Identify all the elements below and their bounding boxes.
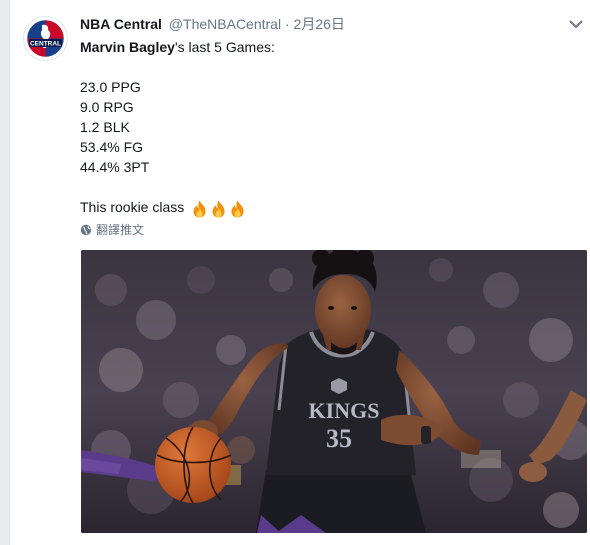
timeline-left-border <box>0 0 10 545</box>
tweet-menu-button[interactable] <box>566 14 586 34</box>
stat-line-3pt: 44.4% 3PT <box>80 159 150 175</box>
nba-central-logo-icon: CENTRAL <box>24 17 67 60</box>
globe-icon <box>80 224 92 235</box>
tweet-header: NBA Central @TheNBACentral · 2月26日 <box>80 14 345 34</box>
closing-text: This rookie class <box>80 199 185 215</box>
translate-label: 翻譯推文 <box>96 223 145 237</box>
avatar[interactable]: CENTRAL <box>24 17 67 60</box>
translate-tweet-link[interactable]: 翻譯推文 <box>80 221 144 238</box>
user-handle[interactable]: @TheNBACentral <box>169 16 281 32</box>
tweet-photo[interactable]: KINGS 35 <box>81 250 587 533</box>
stat-line-ppg: 23.0 PPG <box>80 79 141 95</box>
fire-emoji-icon <box>231 200 244 218</box>
fire-emoji-icon <box>193 200 206 218</box>
closing-line: This rookie class <box>80 197 570 220</box>
tweet-text: Marvin Bagley's last 5 Games: 23.0 PPG 9… <box>80 37 570 220</box>
stat-line-rpg: 9.0 RPG <box>80 99 134 115</box>
player-name: Marvin Bagley <box>80 39 175 55</box>
stat-line-blk: 1.2 BLK <box>80 119 130 135</box>
emoji-row <box>191 200 248 220</box>
basketball-player-photo: KINGS 35 <box>81 250 587 533</box>
separator-dot: · <box>284 16 290 32</box>
jersey-number-text: 35 <box>326 424 352 453</box>
display-name[interactable]: NBA Central <box>80 16 162 32</box>
tweet-date[interactable]: 2月26日 <box>294 16 345 32</box>
intro-line: Marvin Bagley's last 5 Games: <box>80 37 570 57</box>
intro-rest: 's last 5 Games: <box>174 39 275 55</box>
fire-emoji-icon <box>212 200 225 218</box>
stat-line-fg: 53.4% FG <box>80 139 144 155</box>
logo-text: CENTRAL <box>30 40 61 47</box>
jersey-team-text: KINGS <box>309 398 380 423</box>
chevron-down-icon <box>569 20 583 28</box>
